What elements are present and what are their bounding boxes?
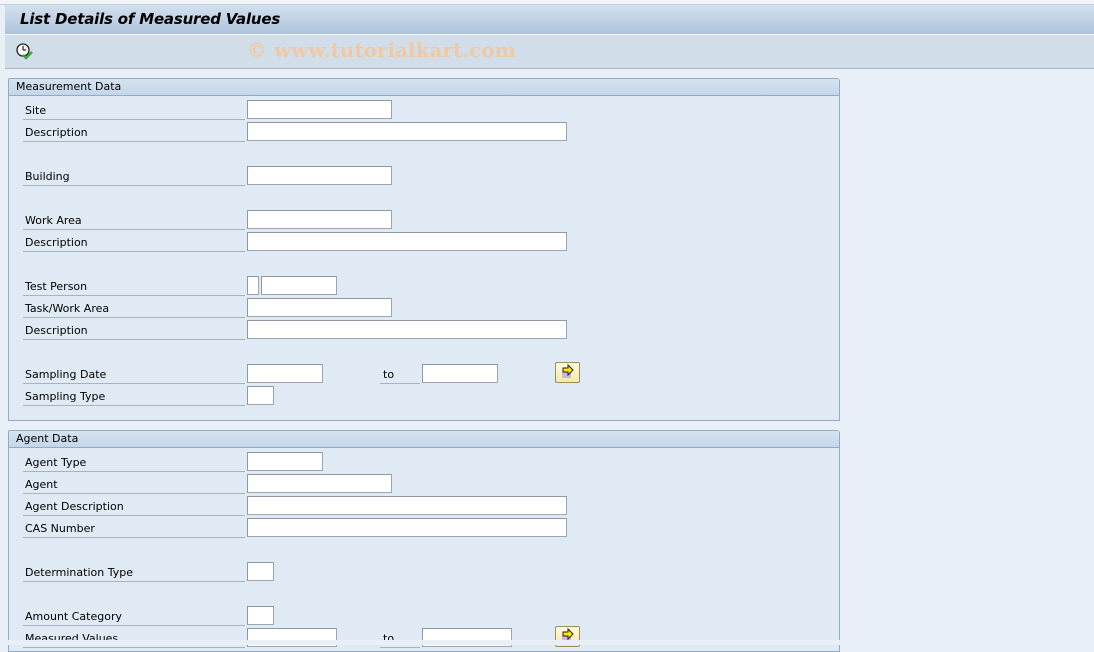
site-description-label: Description (23, 122, 245, 142)
sampling-type-label: Sampling Type (23, 386, 245, 406)
agent-input[interactable] (247, 474, 392, 493)
site-input[interactable] (247, 100, 392, 119)
cas-number-input[interactable] (247, 518, 567, 537)
work-area-description-label: Description (23, 232, 245, 252)
title-bar: List Details of Measured Values (5, 5, 1094, 35)
task-description-label: Description (23, 320, 245, 340)
work-area-description-input[interactable] (247, 232, 567, 251)
sampling-date-multiple-selection-button[interactable] (555, 362, 580, 383)
agent-type-label: Agent Type (23, 452, 245, 472)
group-title: Agent Data (9, 431, 839, 448)
sampling-date-to-input[interactable] (422, 364, 498, 383)
work-area-label: Work Area (23, 210, 245, 230)
sampling-date-to-label: to (380, 364, 420, 384)
determination-type-label: Determination Type (23, 562, 245, 582)
bottom-edge (0, 640, 1094, 645)
task-work-area-label: Task/Work Area (23, 298, 245, 318)
agent-description-input[interactable] (247, 496, 567, 515)
measured-values-label: Measured Values (23, 628, 245, 648)
site-description-input[interactable] (247, 122, 567, 141)
site-label: Site (23, 100, 245, 120)
application-toolbar: © www.tutorialkart.com (5, 35, 1094, 69)
test-person-input[interactable] (261, 276, 337, 295)
execute-button[interactable] (15, 42, 33, 60)
building-input[interactable] (247, 166, 392, 185)
measured-values-to-label: to (380, 628, 420, 648)
page-title: List Details of Measured Values (20, 10, 281, 28)
multiple-selection-arrow-icon (562, 363, 574, 378)
sampling-type-input[interactable] (247, 386, 274, 405)
measurement-data-group: Measurement Data Site Description Buildi… (8, 78, 840, 421)
building-label: Building (23, 166, 245, 186)
sampling-date-label: Sampling Date (23, 364, 245, 384)
agent-type-input[interactable] (247, 452, 323, 471)
cas-number-label: CAS Number (23, 518, 245, 538)
task-work-area-input[interactable] (247, 298, 392, 317)
work-area-input[interactable] (247, 210, 392, 229)
agent-label: Agent (23, 474, 245, 494)
test-person-label: Test Person (23, 276, 245, 296)
amount-category-label: Amount Category (23, 606, 245, 626)
agent-data-group: Agent Data Agent Type Agent Agent Descri… (8, 430, 840, 652)
determination-type-input[interactable] (247, 562, 274, 581)
task-description-input[interactable] (247, 320, 567, 339)
watermark: © www.tutorialkart.com (247, 38, 516, 62)
test-person-prefix-input[interactable] (247, 276, 259, 295)
amount-category-input[interactable] (247, 606, 274, 625)
sampling-date-from-input[interactable] (247, 364, 323, 383)
agent-description-label: Agent Description (23, 496, 245, 516)
execute-clock-check-icon (16, 43, 33, 60)
group-title: Measurement Data (9, 79, 839, 96)
